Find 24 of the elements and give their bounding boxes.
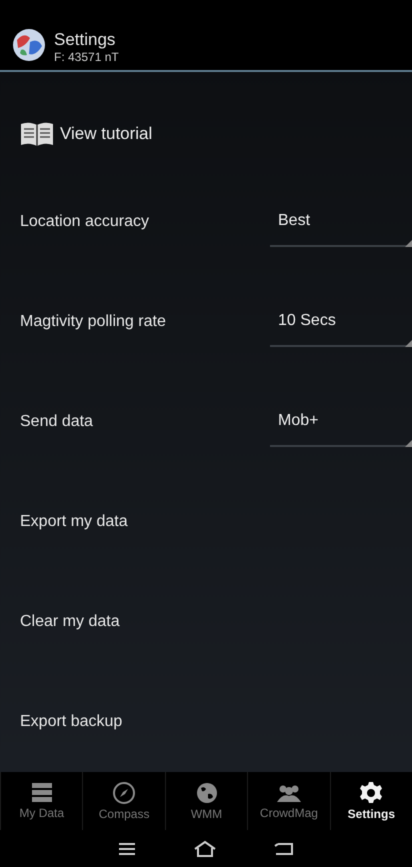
setting-action[interactable]: Export backup <box>20 713 122 731</box>
app-logo-icon <box>12 28 46 62</box>
setting-label: Location accuracy <box>20 212 150 232</box>
compass-icon <box>112 781 136 805</box>
dropdown[interactable]: 10 Secs <box>270 297 412 347</box>
book-icon <box>20 121 54 147</box>
corner-icon <box>405 440 412 447</box>
corner-icon <box>405 340 412 347</box>
setting-label: Magtivity polling rate <box>20 312 167 332</box>
corner-icon <box>405 240 412 247</box>
field-reading: F: 43571 nT <box>54 50 119 64</box>
setting-label: Send data <box>20 412 94 432</box>
dropdown[interactable]: Best <box>270 197 412 247</box>
back-icon[interactable] <box>274 842 294 856</box>
setting-action[interactable]: Clear my data <box>20 613 120 631</box>
globe-icon <box>194 781 219 805</box>
home-icon[interactable] <box>192 840 217 858</box>
dropdown[interactable]: Mob+ <box>270 397 412 447</box>
menu-icon[interactable] <box>118 842 136 856</box>
setting-action[interactable]: Export my data <box>20 513 128 531</box>
list-icon <box>30 782 54 804</box>
screen-title: Settings <box>54 30 116 50</box>
settings-icon <box>359 781 384 805</box>
view-tutorial-button[interactable]: View tutorial <box>0 72 412 172</box>
